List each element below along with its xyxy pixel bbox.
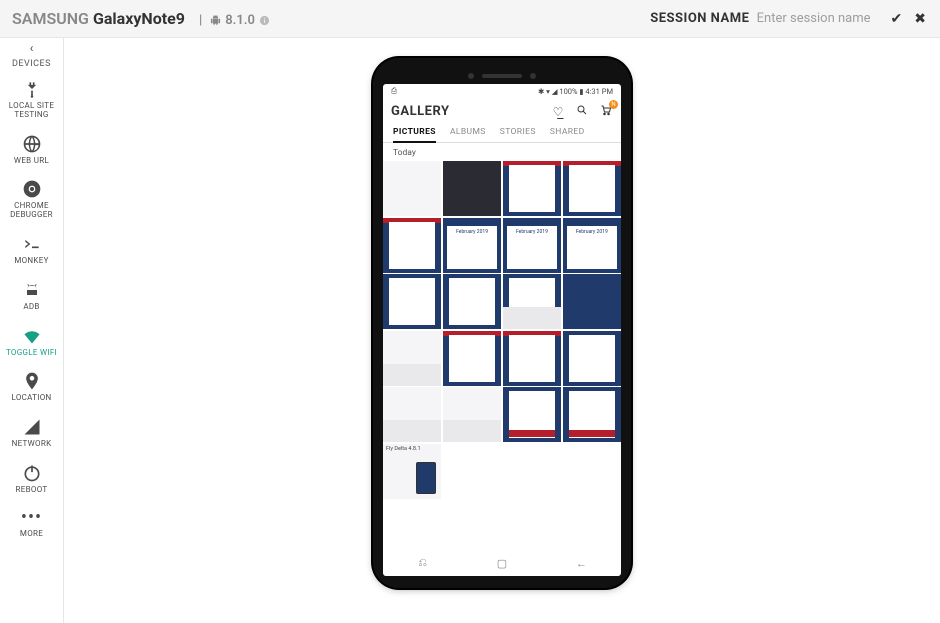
more-icon: ••• <box>21 509 42 527</box>
sidebar-item-adb[interactable]: ADB <box>0 273 64 317</box>
tab-albums[interactable]: ALBUMS <box>450 123 486 142</box>
status-left: ⎙ <box>391 86 397 96</box>
thumbnail[interactable] <box>383 218 441 273</box>
thumbnail[interactable]: February 2019 <box>563 218 621 273</box>
top-bar: SAMSUNG GalaxyNote9 | 8.1.0 SESSION NAME… <box>0 0 940 38</box>
sidebar-item-weburl[interactable]: WEB URL <box>0 127 64 171</box>
signal-icon <box>22 417 42 437</box>
chrome-icon <box>22 179 42 199</box>
terminal-icon <box>22 234 42 254</box>
sidebar-item-wifi[interactable]: TOGGLE WIFI <box>0 319 64 363</box>
gallery-header: GALLERY ♡̲ N <box>383 98 621 123</box>
thumbnail[interactable] <box>503 387 561 442</box>
bell-icon[interactable]: ♡̲ <box>551 105 565 119</box>
gallery-title: GALLERY <box>391 104 541 119</box>
thumbnail[interactable] <box>443 331 501 386</box>
cart-badge: N <box>609 100 618 109</box>
thumbnail[interactable] <box>503 331 561 386</box>
gallery-tabs: PICTURES ALBUMS STORIES SHARED <box>383 123 621 143</box>
device-frame: ⎙ ✱ ▾ ◢ 100% ▮ 4:31 PM GALLERY ♡̲ N <box>373 58 631 588</box>
nav-back[interactable]: ← <box>566 557 596 570</box>
search-icon[interactable] <box>575 104 589 119</box>
thumbnail[interactable] <box>383 161 441 216</box>
sidebar-item-monkey[interactable]: MONKEY <box>0 227 64 271</box>
gallery-section-date: Today <box>383 143 621 161</box>
thumbnail[interactable] <box>503 161 561 216</box>
thumbnail[interactable] <box>443 274 501 329</box>
thumbnail[interactable] <box>563 387 621 442</box>
device-brand: SAMSUNG <box>12 9 89 28</box>
thumbnail[interactable] <box>563 274 621 329</box>
thumbnail[interactable] <box>563 331 621 386</box>
sidebar-item-reboot[interactable]: REBOOT <box>0 456 64 500</box>
device-screen[interactable]: ⎙ ✱ ▾ ◢ 100% ▮ 4:31 PM GALLERY ♡̲ N <box>383 84 621 576</box>
thumbnail[interactable] <box>443 161 501 216</box>
gallery-grid: February 2019 February 2019 February 201… <box>383 161 621 550</box>
nav-recent[interactable]: ⎌ <box>408 556 438 570</box>
tab-pictures[interactable]: PICTURES <box>393 123 436 143</box>
sidebar: ‹ DEVICES LOCAL SITETESTING WEB URL CHRO… <box>0 38 64 623</box>
device-stage: ⎙ ✱ ▾ ◢ 100% ▮ 4:31 PM GALLERY ♡̲ N <box>64 38 940 623</box>
thumbnail[interactable]: Fly Delta 4.8.1 <box>383 444 441 499</box>
device-title: SAMSUNG GalaxyNote9 | 8.1.0 <box>12 9 270 28</box>
android-nav-bar: ⎌ ▢ ← <box>383 550 621 576</box>
thumbnail[interactable] <box>563 161 621 216</box>
android-head-icon <box>22 280 42 300</box>
confirm-session-icon[interactable]: ✔ <box>891 11 903 27</box>
sidebar-item-local[interactable]: LOCAL SITETESTING <box>0 72 64 125</box>
thumbnail[interactable] <box>383 387 441 442</box>
status-right: ✱ ▾ ◢ 100% ▮ 4:31 PM <box>538 87 613 96</box>
device-model: GalaxyNote9 <box>93 9 185 28</box>
android-icon <box>210 15 221 26</box>
location-icon <box>22 371 42 391</box>
android-status-bar: ⎙ ✱ ▾ ◢ 100% ▮ 4:31 PM <box>383 84 621 98</box>
sidebar-item-network[interactable]: NETWORK <box>0 410 64 454</box>
chevron-left-icon: ‹ <box>12 42 51 54</box>
globe-icon <box>22 134 42 154</box>
tab-stories[interactable]: STORIES <box>500 123 536 142</box>
info-icon[interactable] <box>259 15 270 26</box>
thumbnail[interactable] <box>503 274 561 329</box>
thumbnail[interactable] <box>383 274 441 329</box>
thumbnail[interactable] <box>383 331 441 386</box>
sidebar-item-debugger[interactable]: CHROMEDEBUGGER <box>0 172 64 225</box>
nav-home[interactable]: ▢ <box>487 557 517 570</box>
cancel-session-icon[interactable]: ✖ <box>914 11 926 27</box>
session-name[interactable]: SESSION NAME Enter session name <box>650 11 870 26</box>
usb-icon <box>22 79 42 99</box>
cart-icon[interactable]: N <box>599 104 613 119</box>
thumbnail[interactable]: February 2019 <box>443 218 501 273</box>
thumbnail[interactable] <box>443 387 501 442</box>
sidebar-item-more[interactable]: ••• MORE <box>0 502 64 544</box>
power-icon <box>22 463 42 483</box>
thumbnail[interactable]: February 2019 <box>503 218 561 273</box>
wifi-icon <box>22 326 42 346</box>
sidebar-back[interactable]: ‹ DEVICES <box>12 42 51 70</box>
device-os: | 8.1.0 <box>195 13 270 28</box>
sidebar-item-location[interactable]: LOCATION <box>0 364 64 408</box>
tab-shared[interactable]: SHARED <box>550 123 585 142</box>
